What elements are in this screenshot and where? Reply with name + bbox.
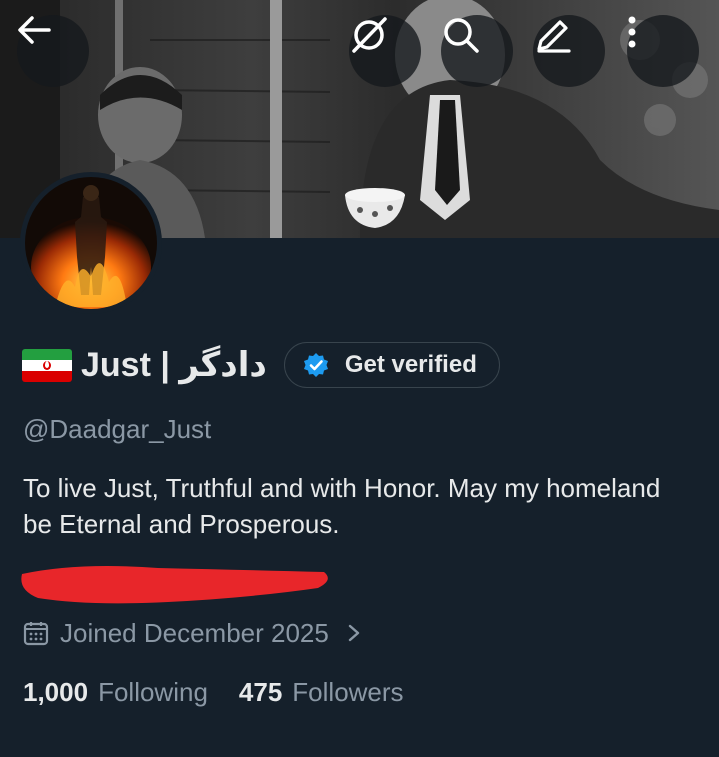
calendar-icon — [23, 622, 49, 646]
grok-button[interactable] — [349, 15, 421, 87]
pencil-icon — [537, 20, 571, 53]
redaction-mark — [21, 566, 328, 604]
more-vertical-icon — [628, 16, 636, 48]
arrow-left-icon — [18, 16, 51, 44]
back-button[interactable] — [17, 15, 89, 87]
follow-stats: 1,000 Following 475 Followers — [23, 674, 404, 710]
following-label: Following — [98, 676, 208, 707]
username-handle: @Daadgar_Just — [23, 414, 212, 444]
following-link[interactable]: 1,000 Following — [23, 677, 208, 708]
followers-label: Followers — [292, 676, 404, 707]
profile-name-row: Just | دادگر Get verified — [22, 340, 500, 390]
profile-bio: To live Just, Truthful and with Honor. M… — [23, 473, 661, 539]
followers-link[interactable]: 475 Followers — [239, 677, 404, 708]
get-verified-button[interactable]: Get verified — [283, 342, 500, 388]
chevron-right-icon — [348, 624, 360, 642]
avatar-image — [25, 177, 157, 309]
avatar[interactable] — [20, 172, 162, 314]
joined-date-row[interactable]: Joined December 2025 — [23, 615, 361, 651]
search-icon — [444, 18, 479, 53]
get-verified-label: Get verified — [344, 351, 477, 378]
followers-count: 475 — [238, 676, 283, 707]
joined-date: Joined December 2025 — [60, 617, 329, 648]
verified-badge-icon — [303, 353, 328, 377]
search-button[interactable] — [441, 15, 513, 87]
following-count: 1,000 — [23, 676, 89, 707]
grok-icon — [352, 17, 387, 53]
iran-flag-icon — [22, 348, 72, 382]
display-name: Just | دادگر — [81, 346, 267, 384]
more-options-button[interactable] — [627, 15, 699, 87]
edit-profile-button[interactable] — [533, 15, 605, 87]
